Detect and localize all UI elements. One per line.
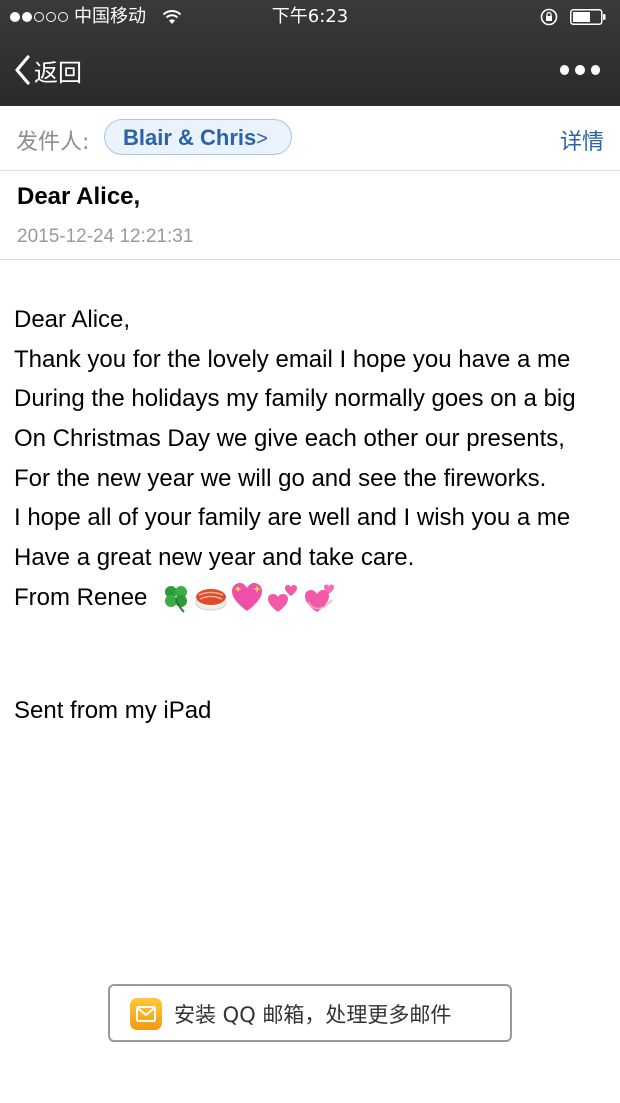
sushi-icon <box>195 589 227 611</box>
install-qq-mail-banner[interactable]: 安装 QQ 邮箱，处理更多邮件 <box>108 984 512 1042</box>
status-bar: 中国移动 下午6:23 <box>0 0 620 34</box>
body-line: On Christmas Day we give each other our … <box>14 425 565 453</box>
more-options-icon[interactable] <box>560 58 600 82</box>
email-header: Dear Alice, 2015-12-24 12:21:31 <box>0 171 620 260</box>
body-line-closing: From Renee <box>14 578 620 618</box>
body-line: Dear Alice, <box>14 306 131 333</box>
email-body: Dear Alice, Thank you for the lovely ema… <box>14 300 620 618</box>
body-line: Thank you for the lovely email I hope yo… <box>14 345 571 373</box>
sender-chip[interactable]: Blair & Chris> <box>104 119 292 155</box>
chevron-left-icon <box>15 55 30 85</box>
orientation-lock-icon <box>540 8 558 26</box>
status-time: 下午6:23 <box>271 6 349 27</box>
sparkling-heart-icon <box>232 583 263 612</box>
battery-icon <box>570 9 606 25</box>
details-link[interactable]: 详情 <box>560 124 604 156</box>
body-line: I hope all of your family are well and I… <box>14 504 571 532</box>
email-date: 2015-12-24 12:21:31 <box>17 226 194 247</box>
email-signature: Sent from my iPad <box>14 697 212 724</box>
banner-text: 安装 QQ 邮箱，处理更多邮件 <box>174 1003 452 1027</box>
emoji-row <box>160 582 336 614</box>
mail-icon <box>130 998 162 1030</box>
body-line: During the holidays my family normally g… <box>14 385 576 413</box>
navigation-bar: 返回 <box>0 34 620 106</box>
sender-label: 发件人: <box>16 130 90 155</box>
four-leaf-clover-icon <box>165 586 188 614</box>
revolving-hearts-icon <box>305 584 335 613</box>
back-label: 返回 <box>34 58 82 87</box>
sender-row: 发件人: Blair & Chris> 详情 <box>0 106 620 171</box>
body-line: For the new year we will go and see the … <box>14 464 547 492</box>
sender-name: Blair & Chris <box>123 125 257 150</box>
back-button[interactable]: 返回 <box>14 48 82 92</box>
body-line: Have a great new year and take care. <box>14 544 415 572</box>
chevron-right-icon: > <box>256 128 268 150</box>
closing-text: From Renee <box>14 583 148 611</box>
top-bar: 中国移动 下午6:23 返回 <box>0 0 620 106</box>
two-hearts-icon <box>268 585 298 613</box>
email-subject: Dear Alice, <box>17 183 141 210</box>
